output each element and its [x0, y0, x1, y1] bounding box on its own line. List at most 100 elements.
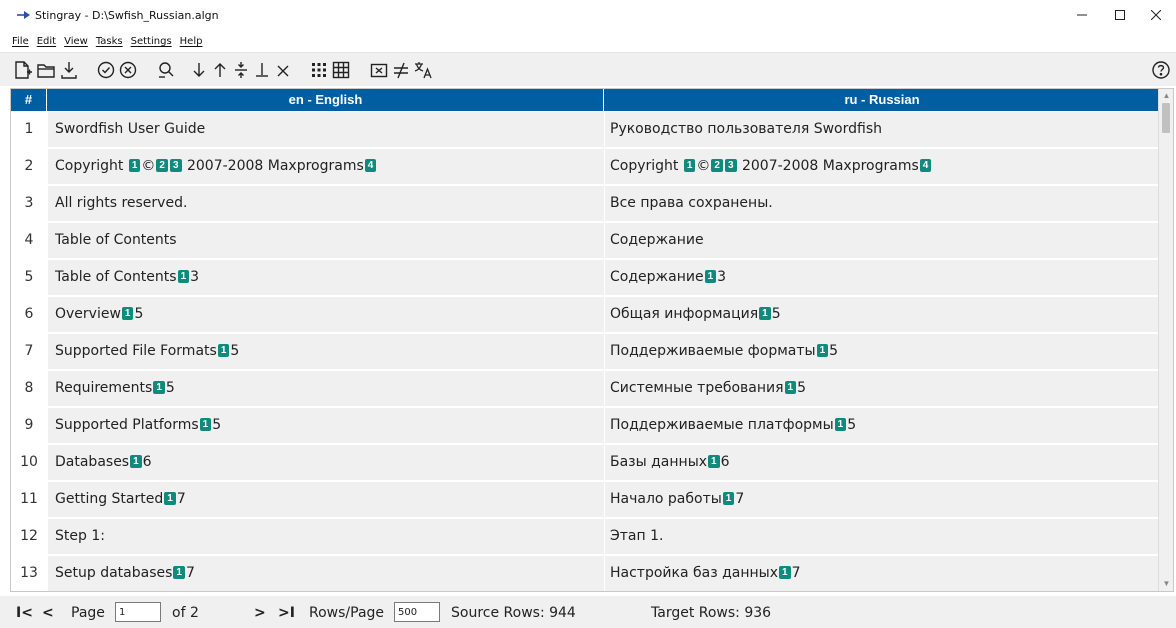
source-segment-cell[interactable]: Step 1: — [48, 519, 604, 554]
minimize-button[interactable] — [1062, 2, 1102, 28]
source-segment-cell[interactable]: Setup databases 1 7 — [48, 556, 604, 591]
translate-button[interactable] — [412, 59, 434, 81]
segment-text: 5 — [771, 306, 781, 322]
arrow-up-icon — [214, 63, 226, 77]
search-replace-button[interactable] — [155, 59, 177, 81]
new-file-button[interactable] — [12, 59, 34, 81]
inline-tag-badge: 1 — [683, 159, 696, 172]
target-segment-cell[interactable]: Общая информация 1 5 — [605, 297, 1159, 332]
target-segment-cell[interactable]: Этап 1. — [605, 519, 1159, 554]
table-row[interactable]: 7 Supported File Formats 1 5 Поддерживаемые … — [11, 334, 1159, 371]
open-folder-button[interactable] — [35, 59, 57, 81]
menu-file[interactable]: File — [8, 34, 33, 50]
save-download-button[interactable] — [58, 59, 80, 81]
menu-help[interactable]: Help — [176, 34, 207, 50]
inline-tag-badge: 1 — [704, 270, 717, 283]
page-label: Page — [71, 605, 105, 621]
confirm-button[interactable] — [95, 59, 117, 81]
rows-per-page-label: Rows/Page — [309, 605, 385, 621]
inline-tag-badge: 2 — [711, 159, 723, 172]
cancel-button[interactable] — [117, 59, 139, 81]
menu-tasks[interactable]: Tasks — [92, 34, 127, 50]
menu-edit[interactable]: Edit — [33, 34, 60, 50]
segment-text: All rights reserved. — [55, 195, 188, 211]
table-row[interactable]: 12 Step 1: Этап 1. — [11, 519, 1159, 556]
target-segment-cell[interactable]: Базы данных 1 6 — [605, 445, 1159, 480]
not-equal-button[interactable] — [390, 59, 412, 81]
target-segment-cell[interactable]: Поддерживаемые форматы 1 5 — [605, 334, 1159, 369]
merge-down-button[interactable] — [251, 59, 273, 81]
save-download-icon — [61, 62, 77, 79]
move-up-button[interactable] — [209, 59, 231, 81]
target-segment-cell[interactable]: Все права сохранены. — [605, 186, 1159, 221]
segment-text: Настройка баз данных — [610, 565, 779, 581]
grid-table-button[interactable] — [330, 59, 352, 81]
pagination-bar: I< < Page of 2 > >I Rows/Page Source Row… — [0, 596, 1176, 628]
page-input[interactable] — [115, 602, 161, 622]
segment-text: Supported File Formats — [55, 343, 217, 359]
inline-tag-badge: 1 — [153, 381, 165, 394]
split-button[interactable] — [230, 59, 252, 81]
source-segment-cell[interactable]: Overview 1 5 — [48, 297, 604, 332]
target-segment-cell[interactable]: Начало работы 1 7 — [605, 482, 1159, 517]
scroll-up-icon[interactable]: ▲ — [1162, 91, 1171, 101]
remove-tags-button[interactable] — [368, 59, 390, 81]
segment-text: Все права сохранены. — [610, 195, 773, 211]
menu-settings[interactable]: Settings — [127, 34, 176, 50]
segment-text: 3 — [717, 269, 727, 285]
target-segment-cell[interactable]: Copyright 1 © 2 3 2007-2008 Maxprograms 4 — [605, 149, 1159, 184]
source-segment-cell[interactable]: Swordfish User Guide — [48, 112, 604, 147]
table-row[interactable]: 1 Swordfish User Guide Руководство пользов… — [11, 112, 1159, 149]
table-row[interactable]: 11 Getting Started 1 7 Начало работы 1 7 — [11, 482, 1159, 519]
rows-per-page-input[interactable] — [394, 602, 440, 622]
target-segment-cell[interactable]: Руководство пользователя Swordfish — [605, 112, 1159, 147]
previous-page-button[interactable]: < — [42, 604, 54, 622]
source-segment-cell[interactable]: Table of Contents 1 3 — [48, 260, 604, 295]
help-button[interactable] — [1150, 59, 1172, 81]
header-target-language: ru - Russian — [844, 92, 920, 107]
inline-tag-badge: 1 — [834, 418, 847, 431]
row-divider — [11, 591, 1159, 592]
scrollbar-thumb[interactable] — [1162, 103, 1170, 133]
vertical-scrollbar[interactable]: ▲ ▼ — [1158, 89, 1173, 591]
target-segment-cell[interactable]: Настройка баз данных 1 7 — [605, 556, 1159, 591]
maximize-button[interactable] — [1100, 2, 1140, 28]
move-down-button[interactable] — [188, 59, 210, 81]
menu-bar: File Edit View Tasks Settings Help — [8, 34, 206, 50]
first-page-button[interactable]: I< — [16, 604, 33, 622]
delete-button[interactable] — [272, 59, 294, 81]
table-row[interactable]: 6 Overview 1 5 Общая информация 1 5 — [11, 297, 1159, 334]
table-row[interactable]: 8 Requirements 1 5 Системные требования 1 5 — [11, 371, 1159, 408]
table-row[interactable]: 5 Table of Contents 1 3 Содержание 1 3 — [11, 260, 1159, 297]
inline-tag-badge: 1 — [164, 492, 176, 505]
source-segment-cell[interactable]: Supported File Formats 1 5 — [48, 334, 604, 369]
source-segment-cell[interactable]: Copyright 1 © 2 3 2007-2008 Maxprograms 4 — [48, 149, 604, 184]
target-segment-cell[interactable]: Системные требования 1 5 — [605, 371, 1159, 406]
table-row[interactable]: 2 Copyright 1 © 2 3 2007-2008 Maxprograms 4 Co… — [11, 149, 1159, 186]
grid-dots-button[interactable] — [308, 59, 330, 81]
arrow-down-icon — [193, 63, 205, 77]
segment-text: Поддерживаемые платформы — [610, 417, 834, 433]
table-row[interactable]: 9 Supported Platforms 1 5 Поддерживаемые пла… — [11, 408, 1159, 445]
table-row[interactable]: 13 Setup databases 1 7 Настройка баз данных 1… — [11, 556, 1159, 592]
segment-text: Copyright — [55, 158, 128, 174]
source-segment-cell[interactable]: Getting Started 1 7 — [48, 482, 604, 517]
source-segment-cell[interactable]: Databases 1 6 — [48, 445, 604, 480]
source-segment-cell[interactable]: Table of Contents — [48, 223, 604, 258]
menu-view[interactable]: View — [60, 34, 92, 50]
source-segment-cell[interactable]: Supported Platforms 1 5 — [48, 408, 604, 443]
inline-tag-badge: 4 — [919, 159, 932, 172]
table-row[interactable]: 3 All rights reserved. Все права сохранены… — [11, 186, 1159, 223]
source-segment-cell[interactable]: All rights reserved. — [48, 186, 604, 221]
target-segment-cell[interactable]: Содержание 1 3 — [605, 260, 1159, 295]
table-row[interactable]: 4 Table of Contents Содержание — [11, 223, 1159, 260]
segment-text: Supported Platforms — [55, 417, 199, 433]
scroll-down-icon[interactable]: ▼ — [1162, 579, 1171, 589]
source-segment-cell[interactable]: Requirements 1 5 — [48, 371, 604, 406]
close-button[interactable] — [1136, 2, 1176, 28]
table-row[interactable]: 10 Databases 1 6 Базы данных 1 6 — [11, 445, 1159, 482]
target-segment-cell[interactable]: Содержание — [605, 223, 1159, 258]
target-segment-cell[interactable]: Поддерживаемые платформы 1 5 — [605, 408, 1159, 443]
last-page-button[interactable]: >I — [278, 604, 295, 622]
next-page-button[interactable]: > — [254, 604, 266, 622]
